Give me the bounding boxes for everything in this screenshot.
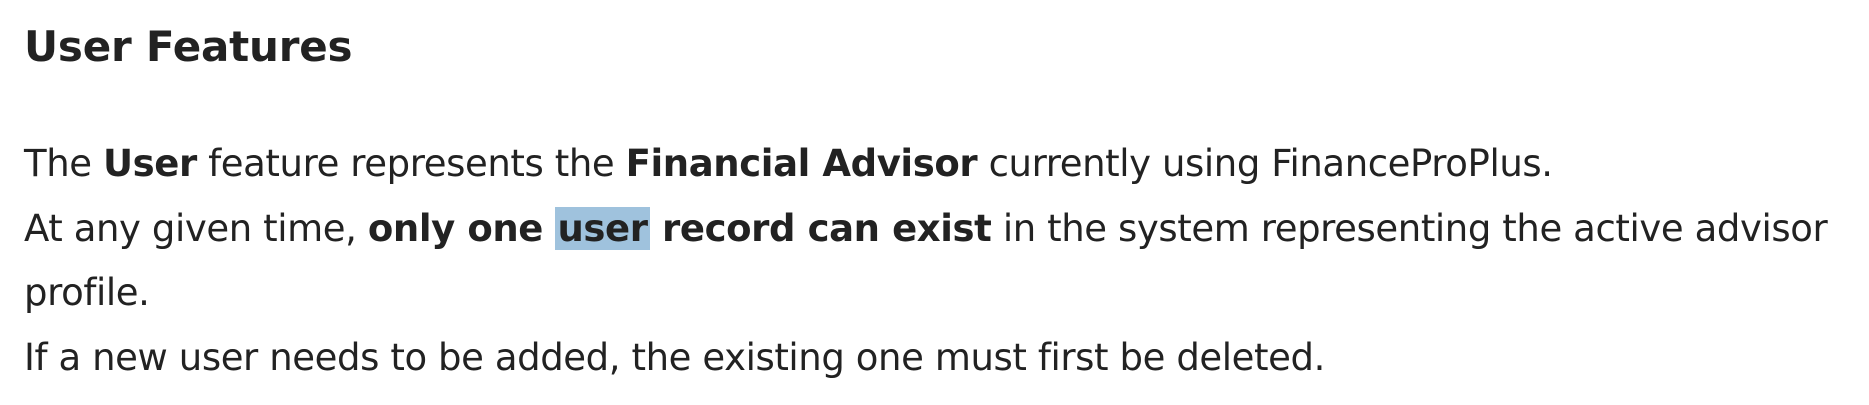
bold-financial-advisor: Financial Advisor [625, 142, 978, 185]
bold-only-one: only one [367, 206, 556, 250]
description-line-2-continued: profile. [24, 271, 150, 314]
bold-user: User [102, 142, 197, 185]
description-line-2: At any given time, only one user record … [24, 206, 1828, 250]
bold-record-can-exist: record can exist [649, 206, 992, 250]
description-line-1: The User feature represents the Financia… [24, 142, 1553, 185]
document-page: User Features The User feature represent… [0, 0, 1869, 405]
section-heading: User Features [24, 22, 353, 71]
description-line-3: If a new user needs to be added, the exi… [24, 335, 1325, 379]
feature-description: The User feature represents the Financia… [24, 132, 1845, 390]
selected-text-highlight[interactable]: user [555, 206, 650, 250]
